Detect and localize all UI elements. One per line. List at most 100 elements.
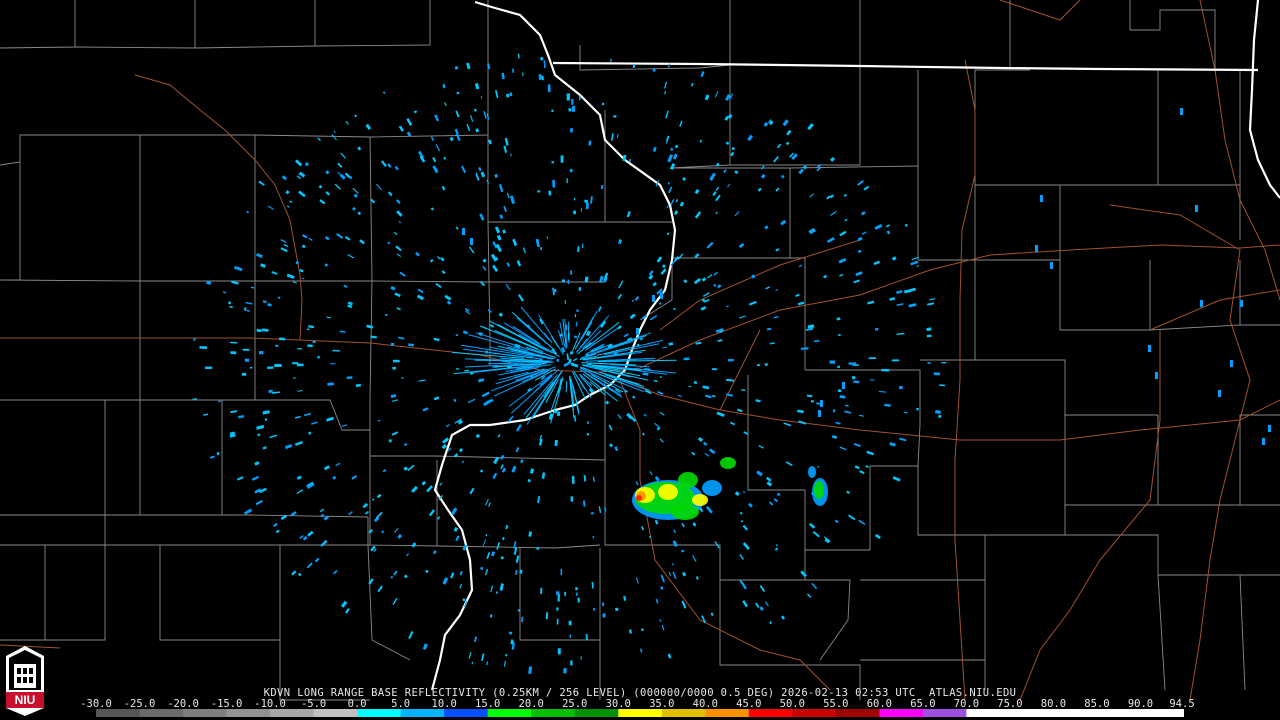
echo-speck [292,362,299,365]
echo-speck [577,246,580,253]
echo-speck [1218,390,1221,397]
echo-speck [569,169,573,173]
echo-speck [517,609,521,612]
echo-speck [592,536,595,539]
echo-speck [540,57,544,61]
echo-speck [578,287,582,291]
echo-speck [602,613,606,618]
echo-speck [585,199,588,204]
echo-speck [1200,300,1203,307]
echo-speck [1230,360,1233,367]
storm-cell [808,466,816,478]
echo-speck [390,342,395,346]
echo-speck [938,414,942,418]
echo-speck [317,355,320,359]
echo-speck [875,327,879,331]
colorbar-segment [139,709,184,717]
echo-speck [230,351,237,355]
echo-speck [1035,245,1038,252]
echo-speck [764,363,768,366]
echo-speck [218,400,221,403]
echo-speck [564,299,566,305]
colorbar-segment [1096,709,1141,717]
echo-speck [1155,372,1158,379]
colorbar-segment [226,709,271,717]
echo-speck [293,377,296,379]
echo-streak [501,360,540,363]
echo-speck [205,366,213,369]
echo-speck [927,362,931,364]
echo-speck [553,288,557,293]
echo-speck [556,359,560,362]
echo-speck [560,155,564,163]
echo-speck [728,359,734,362]
echo-speck [829,360,836,364]
colorbar-segment [270,709,315,717]
storm-cell [692,494,708,506]
echo-speck [926,334,932,338]
echo-speck [1240,300,1243,307]
echo-speck [837,389,842,393]
colorbar-segment [400,709,445,717]
storm-cell [678,472,698,488]
echo-speck [868,357,877,360]
echo-speck [392,366,397,370]
echo-speck [881,368,890,372]
echo-speck [508,631,513,635]
colorbar-segment [1009,709,1054,717]
storm-cell [814,481,824,499]
echo-speck [577,597,580,603]
echo-speck [551,160,555,164]
colorbar-ticks: -30.0 -25.0 -20.0 -15.0 -10.0 -5.0 0.0 5.0 10.0 1… [80,698,1196,710]
echo-speck [853,380,860,384]
echo-speck [601,102,605,106]
echo-speck [556,591,560,596]
echo-speck [561,279,566,282]
echo-speck [575,592,578,596]
colorbar-segment [922,709,967,717]
colorbar-segment [357,709,402,717]
echo-speck [757,364,760,367]
colorbar-segment [705,709,750,717]
colorbar-segment [835,709,880,717]
echo-speck [244,358,250,362]
echo-speck [573,210,576,215]
echo-speck [566,178,568,184]
colorbar-segment [966,709,1011,717]
echo-speck [585,633,588,641]
colorbar-segment [748,709,793,717]
storm-cell [658,484,678,500]
storm-cell [702,480,722,496]
echo-speck [538,74,542,80]
niu-logo: NIU [6,646,44,716]
echo-speck [693,381,698,384]
colorbar-segment [444,709,489,717]
echo-speck [820,400,823,407]
echo-speck [306,328,310,331]
echo-speck [652,295,655,302]
echo-speck [636,328,639,335]
echo-speck [569,634,572,638]
reflectivity-colorbar [96,709,1184,717]
echo-speck [933,372,941,376]
echo-speck [267,366,274,370]
echo-speck [580,656,582,660]
echo-speck [566,93,570,101]
echo-speck [279,337,286,341]
echo-speck [852,376,856,380]
echo-speck [1040,195,1043,202]
echo-speck [556,411,561,417]
echo-speck [1148,345,1151,352]
echo-speck [297,348,302,350]
colorbar-segment [96,709,141,717]
echo-speck [891,359,900,362]
echo-speck [592,607,596,611]
echo-speck [547,84,551,93]
echo-speck [570,128,573,133]
radar-map [0,0,1280,720]
echo-speck [536,547,540,550]
echo-speck [570,660,573,666]
echo-speck [275,344,279,348]
echo-speck [1050,262,1053,269]
colorbar-segment [1140,709,1184,717]
